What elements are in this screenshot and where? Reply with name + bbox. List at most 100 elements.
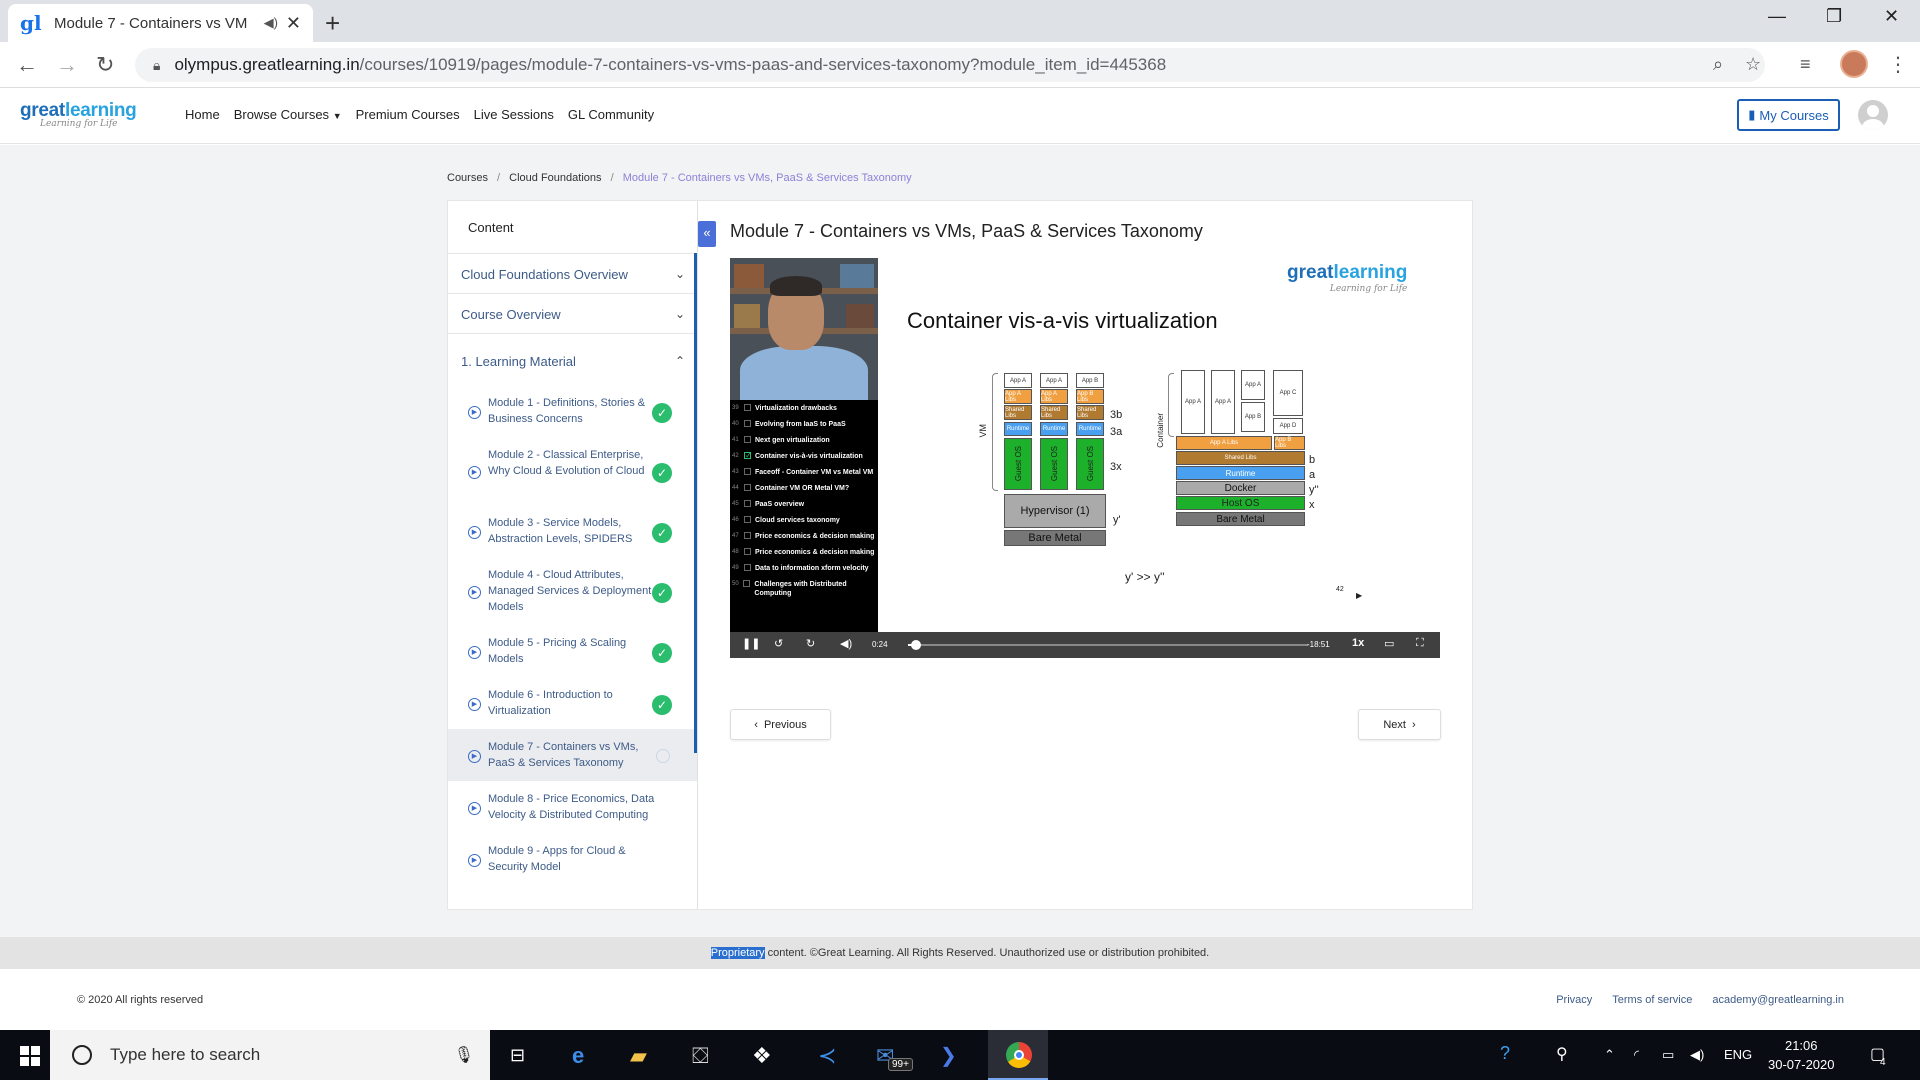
- bookmark-star-icon[interactable]: ☆: [1745, 54, 1761, 75]
- battery-icon[interactable]: ▭: [1662, 1047, 1674, 1063]
- video-player[interactable]: 39 Virtualization drawbacks 40 Evolving fr…: [730, 258, 1440, 658]
- container-runtime: Runtime: [1176, 466, 1305, 480]
- task-view-icon[interactable]: ⊟: [510, 1045, 525, 1066]
- browser-tabbar: gl Module 7 - Containers vs VM ◀) ✕ + — …: [0, 0, 1920, 42]
- time-remaining: -18:51: [1307, 640, 1330, 649]
- wifi-icon[interactable]: ◜: [1634, 1047, 1639, 1063]
- help-icon[interactable]: ?: [1500, 1043, 1510, 1064]
- footer-link-privacy[interactable]: Privacy: [1556, 994, 1592, 1006]
- breadcrumb-current: Module 7 - Containers vs VMs, PaaS & Ser…: [622, 172, 912, 184]
- module-item-7[interactable]: ▶ Module 7 - Containers vs VMs, PaaS & S…: [448, 729, 697, 781]
- microphone-icon[interactable]: 🎙︎: [454, 1045, 474, 1065]
- module-label: Module 4 - Cloud Attributes, Managed Ser…: [488, 569, 652, 613]
- speaker-icon[interactable]: ◀): [1690, 1047, 1704, 1063]
- pause-icon[interactable]: ❚❚: [742, 637, 760, 650]
- nav-gl-community[interactable]: GL Community: [568, 107, 654, 122]
- store-icon[interactable]: ⛋: [692, 1043, 709, 1069]
- system-clock[interactable]: 21:06 30-07-2020: [1768, 1036, 1835, 1074]
- nav-live-sessions[interactable]: Live Sessions: [474, 107, 554, 122]
- module-item-4[interactable]: ▶ Module 4 - Cloud Attributes, Managed S…: [448, 557, 697, 625]
- module-item-3[interactable]: ▶ Module 3 - Service Models, Abstraction…: [448, 505, 697, 557]
- module-item-9[interactable]: ▶ Module 9 - Apps for Cloud & Security M…: [448, 833, 697, 885]
- chrome-taskbar-item[interactable]: [988, 1030, 1048, 1080]
- section-label: 1. Learning Material: [461, 354, 576, 369]
- restore-icon[interactable]: ❐: [1826, 6, 1842, 27]
- progress-handle[interactable]: [911, 640, 921, 650]
- previous-button[interactable]: ‹ Previous: [730, 709, 831, 740]
- media-control-icon[interactable]: ≡: [1800, 54, 1811, 75]
- audio-icon[interactable]: ◀): [264, 15, 278, 31]
- greatlearning-logo[interactable]: greatlearning Learning for Life: [20, 100, 137, 129]
- forward-icon[interactable]: ↻: [806, 637, 815, 650]
- collapse-sidebar-button[interactable]: «: [698, 221, 716, 247]
- back-icon[interactable]: ←: [16, 52, 38, 78]
- module-item-1[interactable]: ▶ Module 1 - Definitions, Stories & Busi…: [448, 385, 697, 437]
- page-title: Module 7 - Containers vs VMs, PaaS & Ser…: [730, 221, 1203, 241]
- language-indicator[interactable]: ENG: [1724, 1047, 1752, 1062]
- reload-icon[interactable]: ↻: [96, 52, 114, 78]
- section-course-overview[interactable]: Course Overview ⌄: [448, 293, 697, 333]
- file-explorer-icon[interactable]: ▰: [630, 1043, 647, 1069]
- check-circle-icon: ✓: [652, 695, 672, 715]
- my-courses-button[interactable]: ▮ My Courses: [1737, 99, 1840, 131]
- section-learning-material[interactable]: 1. Learning Material ⌃: [448, 333, 697, 385]
- user-avatar[interactable]: [1858, 100, 1888, 130]
- play-circle-icon: ▶: [468, 750, 481, 763]
- slide-next-arrow-icon[interactable]: ▶: [1356, 591, 1362, 600]
- breadcrumb-courses[interactable]: Courses: [447, 172, 488, 184]
- notice-highlight: Proprietary: [710, 947, 765, 959]
- windows-taskbar: Type here to search 🎙︎ ⊟ e ▰ ⛋ ❖ ≺ ✉ 99+…: [0, 1030, 1920, 1080]
- incomplete-circle-icon: [656, 749, 670, 763]
- vscode-icon[interactable]: ≺: [818, 1043, 836, 1069]
- footer-links: Privacy Terms of service academy@greatle…: [1556, 994, 1844, 1006]
- taskbar-search[interactable]: Type here to search 🎙︎: [50, 1030, 490, 1080]
- sidebar-scrollbar[interactable]: [694, 253, 697, 753]
- close-tab-icon[interactable]: ✕: [286, 13, 301, 34]
- people-icon[interactable]: ⚲: [1556, 1044, 1568, 1064]
- new-tab-icon[interactable]: +: [325, 8, 340, 39]
- playback-speed[interactable]: 1x: [1352, 637, 1364, 649]
- container-side-label: Container: [1156, 413, 1165, 448]
- play-circle-icon: ▶: [468, 586, 481, 599]
- menu-kebab-icon[interactable]: ⋮: [1888, 52, 1908, 77]
- module-label: Module 2 - Classical Enterprise, Why Clo…: [488, 449, 645, 477]
- powershell-icon[interactable]: ❯: [940, 1043, 957, 1068]
- video-progress-bar[interactable]: [908, 640, 1308, 650]
- footer-link-email[interactable]: academy@greatlearning.in: [1712, 994, 1844, 1006]
- windows-start-icon[interactable]: [20, 1046, 40, 1066]
- module-item-8[interactable]: ▶ Module 8 - Price Economics, Data Veloc…: [448, 781, 697, 833]
- rewind-icon[interactable]: ↺: [774, 637, 783, 650]
- next-button[interactable]: Next ›: [1358, 709, 1441, 740]
- play-circle-icon: ▶: [468, 646, 481, 659]
- browser-address-bar: ← → ↻ 🔒︎ olympus.greatlearning.in/course…: [0, 42, 1920, 88]
- section-label: Course Overview: [461, 307, 561, 322]
- close-window-icon[interactable]: ✕: [1884, 6, 1899, 27]
- dropbox-icon[interactable]: ❖: [752, 1043, 772, 1069]
- nav-premium-courses[interactable]: Premium Courses: [356, 107, 460, 122]
- nav-home[interactable]: Home: [185, 107, 220, 122]
- fullscreen-icon[interactable]: ⛶: [1416, 637, 1424, 650]
- browser-tab[interactable]: gl Module 7 - Containers vs VM ◀) ✕: [8, 4, 313, 42]
- container-libs: App A Libs: [1176, 436, 1272, 450]
- url-field[interactable]: 🔒︎ olympus.greatlearning.in/courses/1091…: [135, 48, 1765, 82]
- section-cloud-foundations-overview[interactable]: Cloud Foundations Overview ⌄: [448, 253, 697, 293]
- nav-browse-courses[interactable]: Browse Courses ▼: [234, 107, 342, 122]
- edge-icon[interactable]: e: [572, 1043, 584, 1069]
- forward-icon[interactable]: →: [56, 52, 78, 78]
- volume-icon[interactable]: ◀): [840, 637, 852, 650]
- zoom-icon[interactable]: ⌕: [1713, 54, 1723, 75]
- profile-avatar[interactable]: [1840, 50, 1868, 78]
- tray-chevron-icon[interactable]: ⌃: [1604, 1047, 1615, 1063]
- container-app: App A: [1181, 370, 1205, 434]
- captions-icon[interactable]: ▭: [1384, 637, 1394, 650]
- module-item-6[interactable]: ▶ Module 6 - Introduction to Virtualizat…: [448, 677, 697, 729]
- module-item-5[interactable]: ▶ Module 5 - Pricing & Scaling Models ✓: [448, 625, 697, 677]
- chevron-left-icon: ‹: [754, 718, 758, 731]
- main-nav: Home Browse Courses ▼ Premium Courses Li…: [185, 107, 654, 122]
- footer-link-terms[interactable]: Terms of service: [1612, 994, 1692, 1006]
- breadcrumb-cloud-foundations[interactable]: Cloud Foundations: [509, 172, 601, 184]
- module-item-2[interactable]: ▶ Module 2 - Classical Enterprise, Why C…: [448, 437, 697, 505]
- chevron-down-icon: ▼: [332, 111, 342, 121]
- minimize-icon[interactable]: —: [1768, 6, 1786, 27]
- notification-count: 4: [1880, 1057, 1886, 1068]
